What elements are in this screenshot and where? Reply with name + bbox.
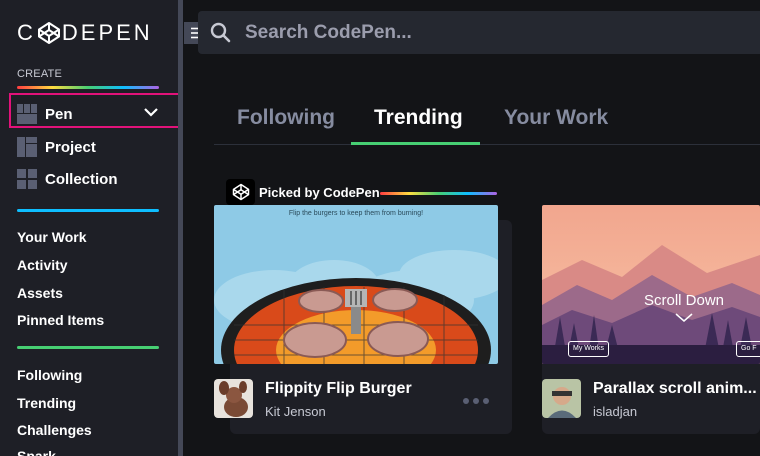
sidebar-item-trending[interactable]: Trending [17,395,76,411]
pen-grid-icon [17,104,37,124]
sidebar-item-your-work[interactable]: Your Work [17,229,87,245]
picked-badge-label: Picked by CodePen [259,184,380,200]
sidebar-item-challenges[interactable]: Challenges [17,422,92,438]
card-title-parallax[interactable]: Parallax scroll anim... [593,380,757,398]
sidebar-item-spark[interactable]: Spark [17,448,56,456]
logo-text-end: DEPEN [61,20,153,45]
sidebar: C DEPEN CREATE Pen Project Collection Yo… [0,0,181,456]
sidebar-item-following[interactable]: Following [17,367,82,383]
tab-your-work[interactable]: Your Work [504,106,608,130]
picked-badge-rainbow [380,192,497,195]
card-title-burger[interactable]: Flippity Flip Burger [265,380,412,398]
card-author-burger[interactable]: Kit Jenson [265,404,326,419]
chevron-down-icon[interactable] [144,108,158,117]
parallax-preview-text: Scroll Down [643,292,725,309]
avatar-isladjan[interactable] [542,379,581,418]
sidebar-divider-green [17,346,159,349]
parallax-go-button: Go F [736,341,760,357]
picked-badge: Picked by CodePen [226,179,380,205]
more-dot-icon [463,398,469,404]
codepen-badge-icon [226,179,255,205]
create-collection-label: Collection [45,170,118,188]
search-icon [210,22,231,43]
create-pen-button[interactable]: Pen [17,103,73,125]
search-input[interactable] [245,11,745,54]
sidebar-resize-edge[interactable] [178,0,183,456]
parallax-my-works-button: My Works [568,341,609,357]
burger-preview-image [214,205,498,364]
avatar-kit-jenson[interactable] [214,379,253,418]
codepen-logo[interactable]: C DEPEN [17,20,153,46]
create-section-label: CREATE [17,68,63,80]
sidebar-item-pinned-items[interactable]: Pinned Items [17,312,104,328]
project-icon [17,137,37,157]
sidebar-divider-blue [17,209,159,212]
burger-preview-caption: Flip the burgers to keep them from burni… [288,210,424,217]
collection-icon [17,169,37,189]
create-rainbow-divider [17,86,159,89]
create-project-label: Project [45,138,96,156]
tab-following[interactable]: Following [237,106,335,130]
more-dot-icon [473,398,479,404]
logo-text-start: C [17,20,36,45]
create-pen-label: Pen [45,105,73,123]
codepen-cube-icon [37,22,60,44]
card-author-parallax[interactable]: isladjan [593,404,637,419]
sidebar-item-activity[interactable]: Activity [17,257,68,273]
create-collection-button[interactable]: Collection [17,168,118,190]
card-burger-preview[interactable]: Flip the burgers to keep them from burni… [214,205,498,364]
tab-trending[interactable]: Trending [374,106,463,130]
tabs-baseline [214,144,760,145]
card-parallax-preview[interactable]: Scroll Down My Works Go F [542,205,760,364]
more-dot-icon [483,398,489,404]
create-project-button[interactable]: Project [17,136,96,158]
search-bar [198,11,760,54]
more-options-button[interactable] [463,398,489,404]
sidebar-item-assets[interactable]: Assets [17,285,63,301]
tab-active-indicator [351,142,480,145]
